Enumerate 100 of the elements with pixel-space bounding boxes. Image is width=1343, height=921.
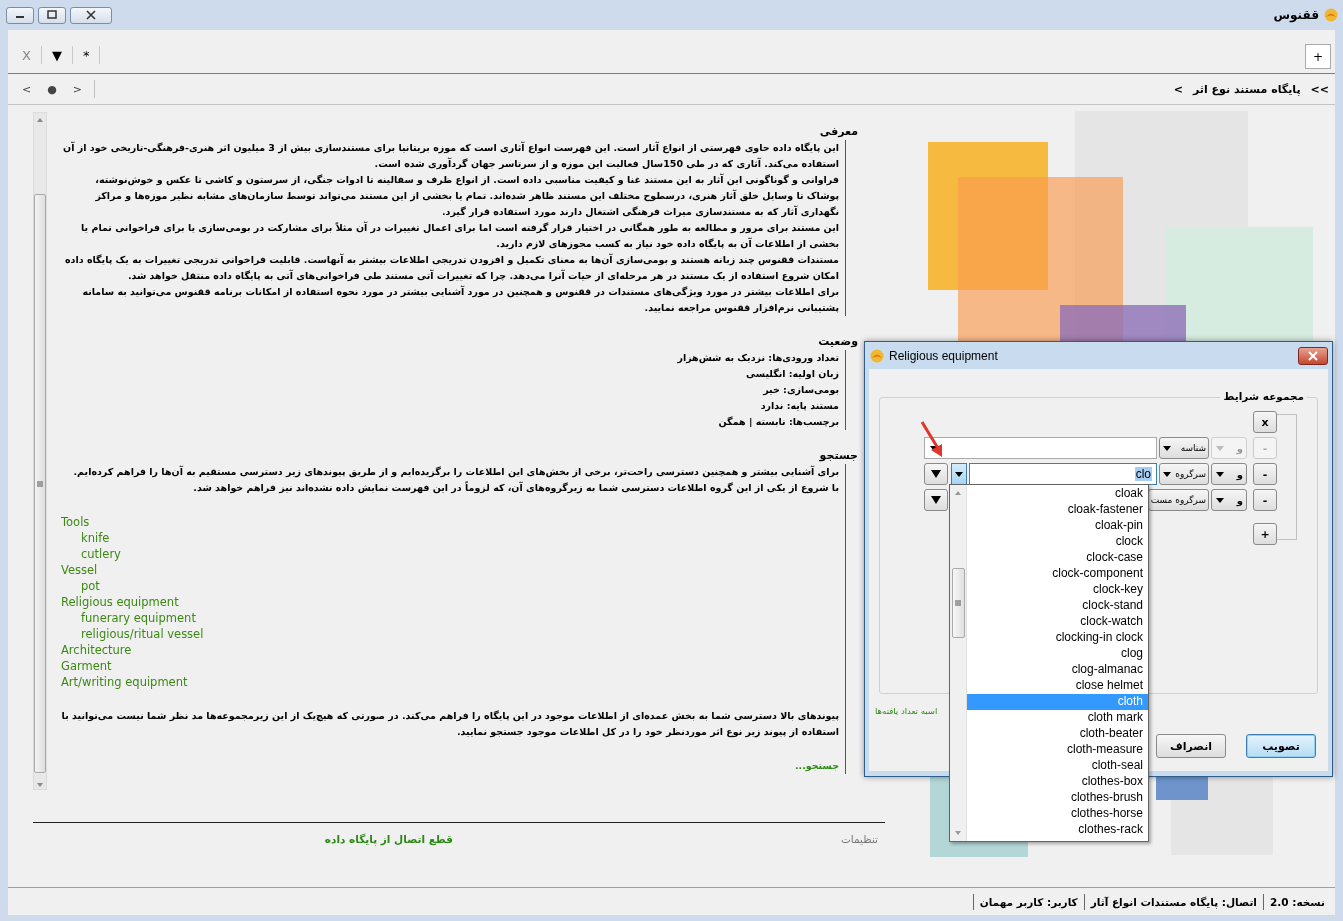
disconnect-link[interactable]: قطع اتصال از پایگاه داده [324,833,453,845]
dropdown-option[interactable]: clog-almanac [967,662,1148,678]
status-line: مستند پایه: ندارد [759,399,839,414]
dropdown-option[interactable]: cloak [967,486,1148,502]
toolbar-button[interactable]: * [72,46,101,64]
field-dropdown[interactable]: سرگروه مست [1147,489,1209,511]
dropdown-option[interactable]: cloth-measure [967,742,1148,758]
dialog-title: Religious equipment [889,348,998,363]
tree-link[interactable]: knife [81,530,110,546]
status-line: تعداد ورودی‌ها: نزدیک به شش‌هزار [676,351,839,366]
breadcrumb-link[interactable]: پایگاه مستند نوع اثر [1193,82,1301,96]
caret-icon [1162,469,1172,479]
tree-link[interactable]: Religious equipment [61,594,179,610]
paragraph: این پایگاه داده حاوی فهرستی از انواع آثار است. این فهرست انواع آثاری است که موزه بریتانیا برای مستندسازی بیش از 3 میلیون اثر هنری-فرهنگی-تاریخی خود از آن استفاده می‌کند. آثاری که در طی 150سال فعالیت این موزه و از سرتاسر جهان گردآوری شده است. [62,140,839,172]
window-title: ققنوس [1273,8,1319,22]
dropdown-option[interactable]: cloth mark [967,710,1148,726]
toolbar-button[interactable]: ▼ [41,46,73,64]
dropdown-option[interactable]: clothes-horse [967,806,1148,822]
status-text: کاربر: کاربر مهمان [972,893,1084,910]
group-title: مجموعه شرایط [1220,390,1307,402]
operator-dropdown[interactable]: و [1211,489,1247,511]
expand-button[interactable] [924,463,948,485]
settings-link[interactable]: تنظیمات [840,833,878,845]
dropdown-option[interactable]: clog [967,646,1148,662]
scroll-up-icon[interactable] [36,116,44,124]
close-icon [1307,350,1319,361]
tree-link[interactable]: religious/ritual vessel [81,626,204,642]
minimize-button[interactable] [6,6,34,24]
dropdown-option[interactable]: clock-component [967,566,1148,582]
dropdown-toggle[interactable] [951,463,967,485]
dropdown-option[interactable]: clocking-in clock [967,630,1148,646]
clear-button[interactable]: x [1253,411,1277,433]
tree-link[interactable]: Garment [61,658,112,674]
field-dropdown[interactable]: سرگروه [1159,463,1209,485]
paragraph: فراوانی و گوناگونی این آثار به این مستند غنا و کیفیت مناسبی داده است. از انواع ظرف و سفالینه تا ادوات جنگی، از سرستون و کاشی تا عکس و خوش‌نوشته، پوشاک تا وسایل خلق آثار هنری، درسطوح مختلف این مستند ظاهر شده‌اند. تمام یا بخشی از این مستند می‌تواند توسط سازمان‌های مشابه نظیر موزه‌ها و مراکز نگهداری آثار که به مستندسازی میراث فرهنگی اشتغال دارند مورد استفاده قرار گیرد. [94,172,839,220]
dropdown-option[interactable]: clock-case [967,550,1148,566]
dropdown-option[interactable]: clothes-brush [967,790,1148,806]
add-button[interactable]: + [1253,523,1277,545]
nav-button[interactable]: > [64,82,91,96]
dropdown-option[interactable]: clothes-box [967,774,1148,790]
caret-icon [1215,469,1225,479]
dropdown-option[interactable]: clock-stand [967,598,1148,614]
caret-icon [1215,443,1225,453]
caret-icon [1215,495,1225,505]
scroll-down-icon[interactable] [36,781,44,789]
status-line: برچسب‌ها: نابسته | همگن [717,415,839,430]
scrollbar[interactable] [33,112,47,790]
tree-link[interactable]: Vessel [61,562,98,578]
remove-button[interactable]: - [1253,463,1277,485]
operator-dropdown[interactable]: و [1211,463,1247,485]
grip-icon [955,600,961,606]
nav-button[interactable]: ● [39,82,65,96]
app-logo-icon [1323,8,1339,22]
app-logo-icon [869,348,885,363]
paragraph: مستندات ققنوس چند زبانه هستند و بومی‌سازی آن‌ها به معنای تکمیل و افزودن تدریجی اطلاعات بیشتر به آنهاست. قابلیت فراخوانی تدریجی تغییرات به یک پایگاه داده امکان شروع استفاده از یک مستند در هر مرحله‌ای از حیات آنرا می‌دهد. چرا که تغییرات آتی مستند طی فراخوانی‌های آتی به پایگاه داده منتقل خواهد شد. [64,252,839,284]
close-button[interactable] [70,6,112,24]
tree-link[interactable]: Tools [61,514,90,530]
cancel-button[interactable]: انصراف [1156,734,1226,758]
nav-button[interactable]: < [14,82,40,96]
tree-link[interactable]: Architecture [61,642,132,658]
value-field[interactable]: clo [969,463,1157,485]
dropdown-option[interactable]: cloak-fastener [967,502,1148,518]
status-line: زبان اولیه: انگلیسی [745,367,839,382]
section-heading: معرفی [819,124,858,140]
tree-link[interactable]: cutlery [81,546,121,562]
new-tab-button[interactable]: + [1305,44,1331,69]
expand-button[interactable] [924,489,948,511]
maximize-icon [46,10,58,20]
paragraph: با شروع از یکی از این گروه اطلاعات دسترسی شما به زیرگروه‌های آن، که لزوماً در این فهرست نمایش داده نشده‌اند نیز فراهم خواهد شد. [192,480,839,496]
caret-icon [1162,443,1172,453]
tree-link[interactable]: Art/writing equipment [61,674,188,690]
tree-link[interactable]: pot [81,578,100,594]
dropdown-option[interactable]: clothes-rack [967,822,1148,838]
dropdown-option[interactable]: close helmet [967,678,1148,694]
dropdown-option[interactable]: cloak-pin [967,518,1148,534]
status-text: نسخه: 2.0 [1262,893,1331,910]
dropdown-option[interactable]: cloth-seal [967,758,1148,774]
count-link[interactable]: اسبه تعداد یافته‌ها [875,706,938,716]
paragraph: برای اطلاعات بیشتر در مورد ویژگی‌های مستندات در ققنوس و همچنین در مورد آشنایی بیشتر در مورد نحوه استفاده از امکانات برنامه ققنوس می‌توانید به سامانه پشتیبانی نرم‌افزار ققنوس مراجعه نمایید. [81,284,839,316]
status-line: بومی‌سازی: خیر [762,383,839,398]
close-button[interactable] [1298,346,1328,365]
remove-button[interactable]: - [1253,489,1277,511]
caret-icon [930,469,942,479]
section-heading: وضعیت [818,334,858,350]
dropdown-option[interactable]: clock-watch [967,614,1148,630]
caret-icon [954,469,964,479]
approve-button[interactable]: تصویب [1246,734,1316,758]
search-link[interactable]: جستجو... [794,758,839,774]
grip-icon [37,480,43,487]
maximize-button[interactable] [38,6,66,24]
dropdown-option[interactable]: clock [967,534,1148,550]
status-text: اتصال: پایگاه مستندات انواع آثار [1083,893,1263,910]
paragraph: این مستند برای مرور و مطالعه به طور همگانی در اختیار قرار گرفته است اما برای اعمال تغییرات در آن مثلاً برای مشارکت در بومی‌سازی یا برای فراخوانی تمام یا بخشی از اطلاعات آن به پایگاه داده خود نیاز به کسب مجوزهای لازم دارید. [80,220,839,252]
section-heading: جستجو [819,448,858,464]
tree-link[interactable]: funerary equipment [81,610,196,626]
caret-icon [930,495,942,505]
dropdown-option[interactable]: cloth-beater [967,726,1148,742]
paragraph: پیوندهای بالا دسترسی شما به بخش عمده‌ای از اطلاعات موجود در این پایگاه را فراهم می‌کند. در صورتی که هیچ‌یک از این زیرمجموعه‌ها مد نظر شما نیست می‌توانید با استفاده از پیوند زیر نوع اثر موردنظر خود را در کل اطلاعات موجود جستجو نمایید. [61,709,839,740]
dropdown-option[interactable]: clock-key [967,582,1148,598]
close-icon [85,10,97,20]
